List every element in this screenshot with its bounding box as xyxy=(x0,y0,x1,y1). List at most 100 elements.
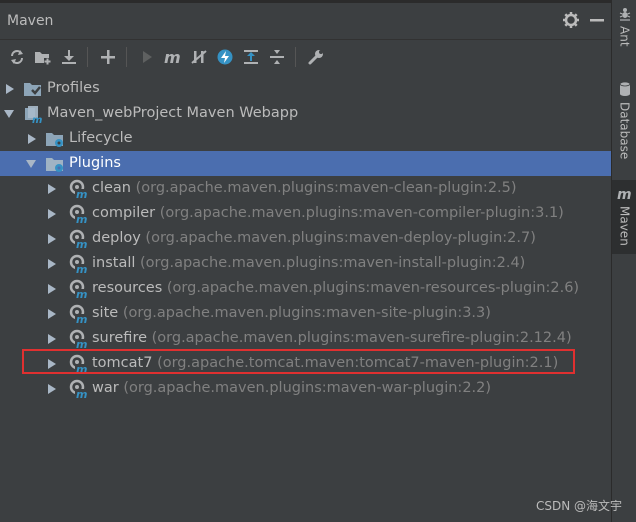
plugin-goal-icon: m xyxy=(68,229,88,251)
plugin-label: compiler (org.apache.maven.plugins:maven… xyxy=(92,201,564,226)
tree-row-profiles[interactable]: Profiles xyxy=(0,76,611,101)
plugin-goal-icon: m xyxy=(68,204,88,226)
expand-arrow-icon[interactable] xyxy=(28,134,36,144)
offline-icon[interactable] xyxy=(213,45,237,69)
collapse-arrow-icon[interactable] xyxy=(26,160,36,168)
plugin-name: deploy xyxy=(92,230,141,246)
right-tool-strip: Ant Database m Maven xyxy=(611,0,636,522)
plugin-label: clean (org.apache.maven.plugins:maven-cl… xyxy=(92,176,517,201)
profiles-folder-icon xyxy=(23,79,43,99)
plugin-coordinates: (org.apache.maven.plugins:maven-site-plu… xyxy=(122,305,491,321)
tree-row-lifecycle[interactable]: Lifecycle xyxy=(0,126,611,151)
tree-label-profiles: Profiles xyxy=(47,80,100,96)
svg-text:m: m xyxy=(617,187,632,202)
panel-title: Maven xyxy=(7,13,54,29)
expand-arrow-icon[interactable] xyxy=(48,259,56,269)
plugin-name: site xyxy=(92,305,119,321)
plugin-coordinates: (org.apache.maven.plugins:maven-resource… xyxy=(166,280,580,296)
plugin-name: war xyxy=(92,380,119,396)
collapse-all-icon[interactable] xyxy=(265,45,289,69)
tree-row-plugin-deploy[interactable]: m deploy (org.apache.maven.plugins:maven-… xyxy=(0,226,611,251)
title-bar: Maven xyxy=(0,3,611,40)
refresh-icon[interactable] xyxy=(5,45,29,69)
maven-project-icon: m xyxy=(23,104,43,126)
plugin-goal-icon: m xyxy=(68,379,88,401)
plugin-goal-icon: m xyxy=(68,179,88,201)
tree-row-plugin-war[interactable]: m war (org.apache.maven.plugins:maven-war… xyxy=(0,376,611,401)
expand-arrow-icon[interactable] xyxy=(48,184,56,194)
gear-icon[interactable] xyxy=(562,11,580,33)
side-tab-database-label: Database xyxy=(617,102,632,160)
plugin-label: surefire (org.apache.maven.plugins:maven… xyxy=(92,326,572,351)
svg-text:m: m xyxy=(76,238,87,249)
plugin-coordinates: (org.apache.maven.plugins:maven-clean-pl… xyxy=(135,180,517,196)
toolbar-separator xyxy=(126,47,127,67)
side-tab-maven-label: Maven xyxy=(617,206,632,246)
side-tab-database[interactable]: Database xyxy=(612,80,636,159)
plugins-folder-gear-icon xyxy=(45,154,65,174)
svg-text:m: m xyxy=(76,313,87,324)
maven-icon: m xyxy=(616,186,634,206)
plugin-coordinates: (org.apache.maven.plugins:maven-war-plug… xyxy=(123,380,492,396)
plugin-goal-icon: m xyxy=(68,304,88,326)
side-tab-ant-label: Ant xyxy=(617,26,632,47)
expand-arrow-icon[interactable] xyxy=(48,209,56,219)
plugin-goal-icon: m xyxy=(68,279,88,301)
expand-arrow-icon[interactable] xyxy=(48,234,56,244)
plugin-label: deploy (org.apache.maven.plugins:maven-d… xyxy=(92,226,536,251)
add-icon[interactable] xyxy=(96,45,120,69)
expand-arrow-icon[interactable] xyxy=(48,309,56,319)
minimize-icon[interactable] xyxy=(588,11,606,33)
expand-arrow-icon[interactable] xyxy=(48,384,56,394)
expand-arrow-icon[interactable] xyxy=(6,84,14,94)
tree-label-plugins: Plugins xyxy=(69,155,121,171)
highlight-annotation-box xyxy=(22,349,575,374)
lifecycle-folder-gear-icon xyxy=(45,129,65,149)
plugin-name: install xyxy=(92,255,136,271)
tree-row-plugin-clean[interactable]: m clean (org.apache.maven.plugins:maven-c… xyxy=(0,176,611,201)
plugin-name: compiler xyxy=(92,205,156,221)
maven-goal-icon[interactable]: m xyxy=(161,45,185,69)
tree-row-plugin-compiler[interactable]: m compiler (org.apache.maven.plugins:mave… xyxy=(0,201,611,226)
maven-tool-window: Maven m Profiles m Maven_webProject Mave… xyxy=(0,0,611,522)
svg-text:m: m xyxy=(76,188,87,199)
svg-text:m: m xyxy=(164,48,181,66)
side-tab-ant[interactable]: Ant xyxy=(612,6,636,47)
tree-row-plugin-site[interactable]: m site (org.apache.maven.plugins:maven-si… xyxy=(0,301,611,326)
add-folder-icon[interactable] xyxy=(31,45,55,69)
expand-arrow-icon[interactable] xyxy=(48,334,56,344)
tree-row-plugin-resources[interactable]: m resources (org.apache.maven.plugins:mav… xyxy=(0,276,611,301)
plugin-label: install (org.apache.maven.plugins:maven-… xyxy=(92,251,525,276)
side-tab-maven[interactable]: m Maven xyxy=(612,180,636,254)
svg-text:m: m xyxy=(32,115,42,124)
download-icon[interactable] xyxy=(57,45,81,69)
toolbar-separator xyxy=(295,47,296,67)
tree-row-plugins[interactable]: Plugins xyxy=(0,151,611,176)
plugin-name: clean xyxy=(92,180,131,196)
tree-row-plugin-surefire[interactable]: m surefire (org.apache.maven.plugins:mave… xyxy=(0,326,611,351)
expand-arrow-icon[interactable] xyxy=(48,284,56,294)
collapse-arrow-icon[interactable] xyxy=(4,110,14,118)
plugin-coordinates: (org.apache.maven.plugins:maven-surefire… xyxy=(151,330,572,346)
svg-text:m: m xyxy=(76,338,87,349)
plugin-name: resources xyxy=(92,280,163,296)
svg-text:m: m xyxy=(76,388,87,399)
run-icon[interactable] xyxy=(135,45,159,69)
svg-text:m: m xyxy=(76,288,87,299)
plugin-coordinates: (org.apache.maven.plugins:maven-install-… xyxy=(140,255,526,271)
plugin-coordinates: (org.apache.maven.plugins:maven-deploy-p… xyxy=(145,230,536,246)
plugin-label: war (org.apache.maven.plugins:maven-war-… xyxy=(92,376,491,401)
plugin-goal-icon: m xyxy=(68,329,88,351)
ant-icon xyxy=(617,6,633,26)
tree-row-project[interactable]: m Maven_webProject Maven Webapp xyxy=(0,101,611,126)
svg-text:m: m xyxy=(76,263,87,274)
settings-wrench-icon[interactable] xyxy=(304,45,328,69)
plugin-goal-icon: m xyxy=(68,254,88,276)
plugin-coordinates: (org.apache.maven.plugins:maven-compiler… xyxy=(159,205,564,221)
skip-tests-icon[interactable] xyxy=(187,45,211,69)
tree-row-plugin-install[interactable]: m install (org.apache.maven.plugins:maven… xyxy=(0,251,611,276)
tree-label-project: Maven_webProject Maven Webapp xyxy=(47,105,299,121)
show-dependencies-icon[interactable] xyxy=(239,45,263,69)
watermark: CSDN @海文宇 xyxy=(535,499,622,513)
svg-text:m: m xyxy=(76,213,87,224)
